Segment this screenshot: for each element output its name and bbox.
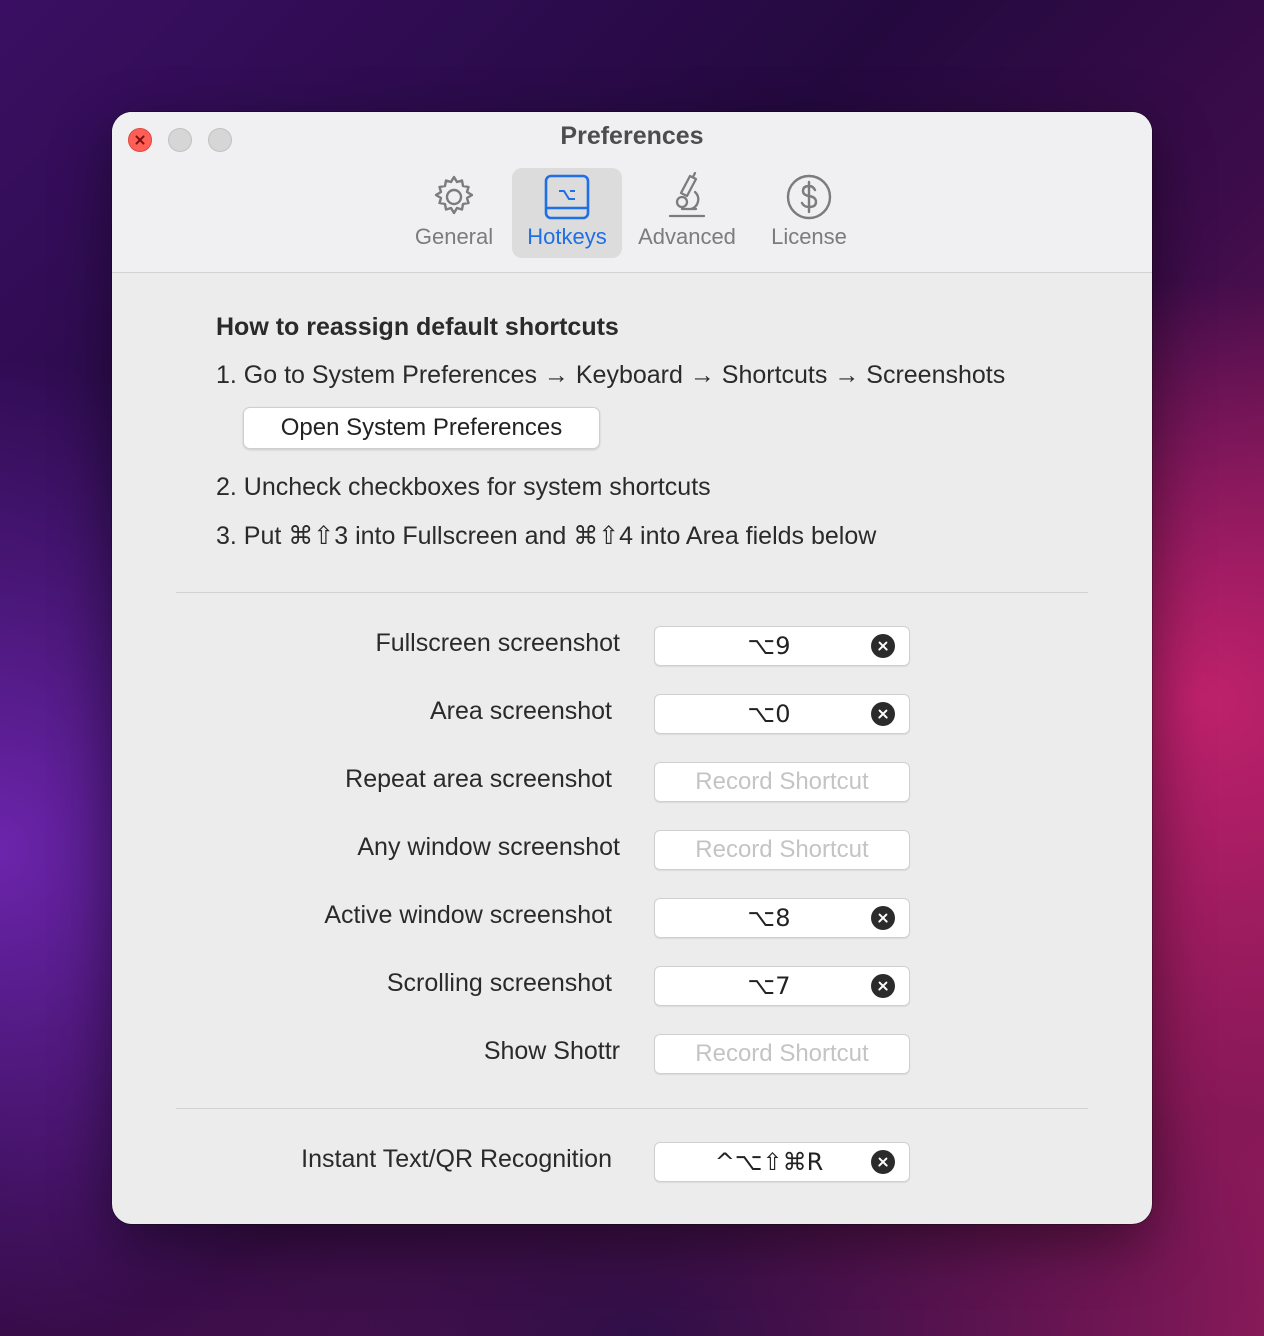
preferences-window: Preferences General Hotkeys Advanced Lic… — [112, 112, 1152, 1224]
tab-hotkeys[interactable]: Hotkeys — [512, 168, 622, 258]
shortcut-label-any-window: Any window screenshot — [357, 833, 620, 861]
shortcut-field-fullscreen[interactable]: ⌥9 — [654, 626, 910, 666]
dollar-circle-icon — [786, 174, 832, 220]
hotkeys-pane: How to reassign default shortcuts 1. Go … — [112, 273, 1152, 1224]
tab-general-label: General — [414, 224, 494, 249]
shortcut-field-repeat-area[interactable]: Record Shortcut — [654, 762, 910, 802]
titlebar: Preferences General Hotkeys Advanced Lic… — [112, 112, 1152, 273]
record-shortcut-placeholder: Record Shortcut — [695, 836, 869, 863]
instructions-title: How to reassign default shortcuts — [216, 313, 619, 341]
divider — [176, 592, 1088, 593]
shortcut-field-show-shottr[interactable]: Record Shortcut — [654, 1034, 910, 1074]
shortcut-value: ^⌥⇧⌘R — [714, 1148, 824, 1176]
clear-shortcut-icon[interactable] — [871, 906, 895, 930]
tab-general[interactable]: General — [410, 168, 498, 258]
divider — [176, 1108, 1088, 1109]
microscope-icon — [668, 172, 706, 218]
clear-shortcut-icon[interactable] — [871, 634, 895, 658]
instruction-step-1: 1. Go to System Preferences → Keyboard →… — [216, 361, 1006, 389]
shortcut-field-any-window[interactable]: Record Shortcut — [654, 830, 910, 870]
tab-license[interactable]: License — [760, 168, 858, 258]
tab-advanced-label: Advanced — [638, 224, 736, 249]
gear-icon — [434, 175, 474, 215]
shortcut-label-active-window: Active window screenshot — [324, 901, 612, 929]
shortcut-field-scrolling[interactable]: ⌥7 — [654, 966, 910, 1006]
open-system-preferences-button[interactable]: Open System Preferences — [243, 407, 600, 449]
tab-advanced[interactable]: Advanced — [632, 168, 742, 258]
clear-shortcut-icon[interactable] — [871, 1150, 895, 1174]
clear-shortcut-icon[interactable] — [871, 974, 895, 998]
instruction-step-2: 2. Uncheck checkboxes for system shortcu… — [216, 473, 711, 501]
record-shortcut-placeholder: Record Shortcut — [695, 1040, 869, 1067]
shortcut-field-active-window[interactable]: ⌥8 — [654, 898, 910, 938]
instruction-step-3: 3. Put ⌘⇧3 into Fullscreen and ⌘⇧4 into … — [216, 522, 877, 550]
shortcut-value: ⌥7 — [747, 972, 791, 1000]
shortcut-label-scrolling: Scrolling screenshot — [386, 969, 612, 997]
keyboard-option-icon — [544, 174, 590, 220]
record-shortcut-placeholder: Record Shortcut — [695, 768, 869, 795]
shortcut-value: ⌥9 — [747, 632, 791, 660]
shortcut-label-repeat-area: Repeat area screenshot — [345, 765, 612, 793]
shortcut-field-area[interactable]: ⌥0 — [654, 694, 910, 734]
window-title: Preferences — [560, 122, 704, 150]
shortcut-value: ⌥0 — [747, 700, 791, 728]
shortcut-label-area: Area screenshot — [429, 697, 612, 725]
tab-hotkeys-label: Hotkeys — [527, 224, 607, 249]
shortcut-label-recognition: Instant Text/QR Recognition — [301, 1145, 612, 1173]
shortcut-value: ⌥8 — [747, 904, 791, 932]
shortcut-label-show-shottr: Show Shottr — [483, 1037, 620, 1065]
shortcut-field-recognition[interactable]: ^⌥⇧⌘R — [654, 1142, 910, 1182]
clear-shortcut-icon[interactable] — [871, 702, 895, 726]
shortcut-label-fullscreen: Fullscreen screenshot — [375, 629, 620, 657]
tab-license-label: License — [771, 224, 847, 249]
